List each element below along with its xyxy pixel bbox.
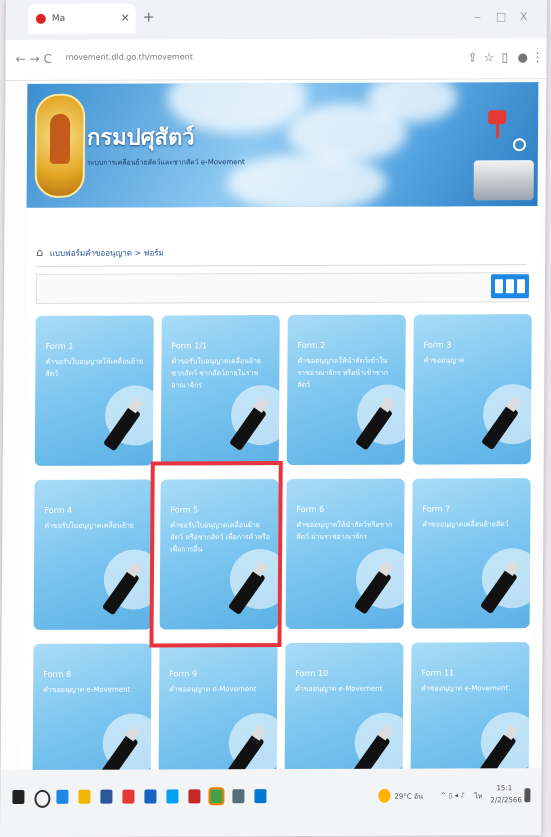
form-code: Form 8	[43, 669, 72, 679]
form-code: Form 3	[423, 340, 452, 350]
form-description: คำขอรับใบอนุญาตเคลื่อนย้ายซากสัตว์ ซากสั…	[171, 357, 262, 390]
form-card[interactable]: Form 3 คำขออนุญาต	[412, 314, 532, 465]
folder-icon[interactable]	[78, 789, 91, 804]
clock-date[interactable]: 2/2/2566	[490, 796, 522, 804]
new-tab-button[interactable]: +	[143, 9, 155, 25]
url-field[interactable]: movement.dld.go.th/movement	[66, 52, 193, 61]
mail-icon[interactable]	[254, 789, 267, 804]
form-card[interactable]: Form 7 คำขออนุญาตเคลื่อนย้ายสัตว์	[411, 478, 531, 629]
form-description: คำขออนุญาต e-Movement	[421, 684, 509, 693]
notification-center-icon[interactable]	[524, 788, 531, 803]
site-title: กรมปศุสัตว์	[86, 124, 195, 151]
form-card[interactable]: Form 4 คำขอรับใบอนุญาตเคลื่อนย้าย	[33, 479, 153, 630]
close-tab-icon[interactable]: ✕	[121, 12, 130, 25]
form-card[interactable]: Form 6 คำขออนุญาตให้นำสัตว์หรือซากสัตว์ ผ…	[285, 478, 405, 630]
form-description: คำขออนุญาตให้นำสัตว์เข้าในราชอาณาจักร หร…	[297, 356, 389, 389]
word-icon[interactable]	[100, 789, 113, 804]
favicon-icon	[35, 13, 46, 24]
department-logo	[34, 93, 86, 198]
search-icon[interactable]	[34, 789, 51, 808]
active-app-icon[interactable]	[208, 787, 225, 806]
weather-icon	[378, 788, 391, 803]
site-subtitle: ระบบการเคลื่อนย้ายสัตว์และซากสัตว์ e-Mov…	[86, 158, 245, 167]
truck-icon	[473, 160, 534, 201]
back-button[interactable]: ←	[16, 52, 26, 66]
list-view-icon[interactable]	[505, 279, 515, 294]
form-description: คำขอรับใบอนุญาตเคลื่อนย้าย	[44, 521, 134, 530]
home-icon[interactable]: ⌂	[36, 246, 43, 259]
form-card[interactable]: Form 1 คำขอรับใบอนุญาตให้เคลื่อนย้ายสัตว์	[34, 315, 154, 466]
browser-window: Ma ✕ + ‒ □ X ← → C movement.dld.go.th/mo…	[0, 0, 547, 837]
form-description: คำขออนุญาต	[423, 356, 465, 365]
detail-view-icon[interactable]	[516, 279, 526, 294]
form-card[interactable]: Form 2 คำขออนุญาตให้นำสัตว์เข้าในราชอาณาจ…	[286, 314, 406, 466]
weather-text[interactable]: 29°C อัน	[394, 792, 423, 803]
form-code: Form 11	[421, 668, 455, 678]
store-icon[interactable]	[166, 789, 179, 804]
breadcrumb-path[interactable]: แบบฟอร์มคำขออนุญาต > ฟอร์ม	[50, 248, 164, 257]
tray-icons[interactable]: ^ ▯ ◂ ♪	[440, 791, 464, 799]
profile-icon[interactable]: ●	[518, 50, 529, 64]
form-code: Form 10	[295, 668, 329, 679]
star-icon[interactable]: ☆	[484, 50, 495, 64]
forward-button[interactable]: →	[30, 52, 40, 66]
divider	[36, 264, 528, 267]
form-code: Form 1	[45, 341, 74, 351]
settings-icon[interactable]	[512, 138, 527, 152]
main-content: ⌂ แบบฟอร์มคำขออนุญาต > ฟอร์ม Form 1 คำขอร…	[22, 206, 538, 794]
form-code: Form 6	[296, 504, 325, 514]
search-bar[interactable]	[35, 272, 530, 304]
form-code: Form 4	[44, 505, 73, 515]
address-bar: ← → C movement.dld.go.th/movement ⇪ ☆ ▯ …	[5, 38, 547, 82]
form-description: คำขออนุญาต e-Movement	[43, 685, 131, 694]
tools-icon[interactable]	[232, 789, 245, 804]
tab-bar: Ma ✕ + ‒ □ X	[5, 0, 547, 41]
notification-icon[interactable]	[488, 110, 507, 125]
form-description: คำขอรับใบอนุญาตให้เคลื่อนย้ายสัตว์	[45, 357, 144, 378]
pdf-icon[interactable]	[188, 789, 201, 804]
app-icon[interactable]	[144, 789, 157, 804]
taskbar: 29°C อัน ^ ▯ ◂ ♪ ไท 15:1 2/2/2566	[0, 768, 542, 837]
form-description: คำขออนุญาต e-Movement	[295, 684, 383, 694]
notification-stem	[496, 124, 500, 139]
form-code: Form 7	[422, 504, 451, 514]
clock-time[interactable]: 15:1	[496, 784, 512, 792]
form-code: Form 1/1	[171, 341, 208, 351]
menu-icon[interactable]: ⋮	[532, 50, 544, 64]
reload-button[interactable]: C	[44, 52, 52, 66]
site-banner: กรมปศุสัตว์ ระบบการเคลื่อนย้ายสัตว์และซา…	[26, 82, 539, 208]
form-code: Form 9	[169, 669, 198, 679]
form-description: คำขออนุญาตเคลื่อนย้ายสัตว์	[422, 520, 509, 529]
grid-view-icon[interactable]	[494, 279, 504, 294]
chrome-icon[interactable]	[122, 789, 135, 804]
selected-card-highlight	[149, 461, 283, 648]
language-indicator[interactable]: ไท	[474, 791, 482, 802]
share-icon[interactable]: ⇪	[468, 50, 478, 64]
browser-tab[interactable]: Ma ✕	[27, 3, 136, 34]
tab-title: Ma	[51, 13, 66, 24]
view-toggle[interactable]	[490, 274, 530, 299]
form-description: คำขออนุญาต e-Movement	[169, 685, 257, 694]
windows-start-icon[interactable]	[12, 789, 25, 804]
form-card[interactable]: Form 1/1 คำขอรับใบอนุญาตเคลื่อนย้ายซากสัต…	[160, 315, 280, 466]
minimize-button[interactable]: ‒	[474, 10, 481, 23]
form-code: Form 2	[297, 340, 326, 350]
sidebar-icon[interactable]: ▯	[502, 50, 509, 64]
edge-icon[interactable]	[56, 789, 69, 804]
close-window-button[interactable]: X	[520, 10, 528, 23]
form-description: คำขออนุญาตให้นำสัตว์หรือซากสัตว์ ผ่านราช…	[296, 520, 393, 542]
breadcrumb: ⌂ แบบฟอร์มคำขออนุญาต > ฟอร์ม	[36, 245, 164, 259]
maximize-button[interactable]: □	[496, 10, 506, 23]
